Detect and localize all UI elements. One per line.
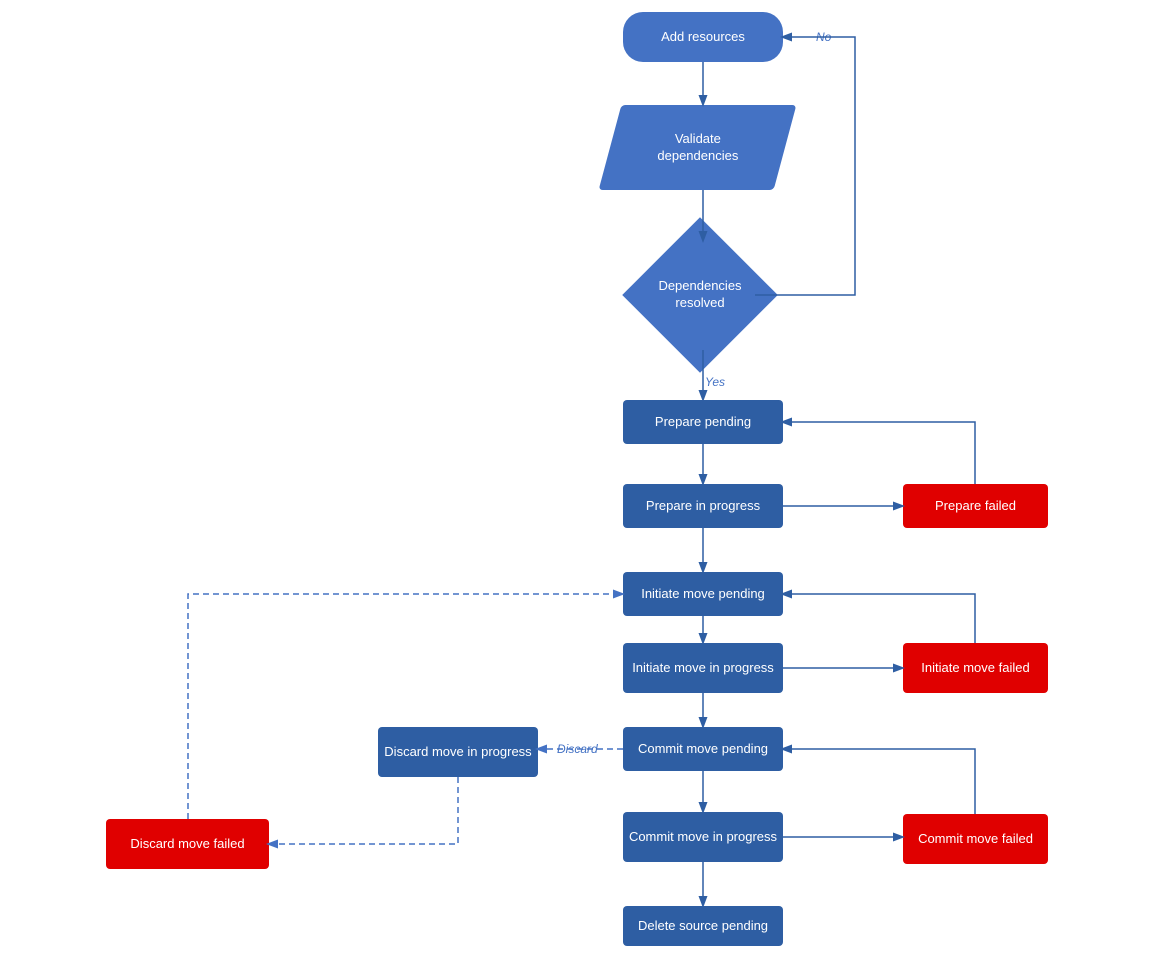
initiate-move-in-progress-node: Initiate move in progress: [623, 643, 783, 693]
discard-move-failed-node: Discard move failed: [106, 819, 269, 869]
commit-move-failed-node: Commit move failed: [903, 814, 1048, 864]
commit-move-pending-node: Commit move pending: [623, 727, 783, 771]
prepare-in-progress-node: Prepare in progress: [623, 484, 783, 528]
connectors-svg: [0, 0, 1149, 956]
discard-label: Discard: [557, 742, 598, 756]
add-resources-node: Add resources: [623, 12, 783, 62]
commit-move-in-progress-node: Commit move in progress: [623, 812, 783, 862]
discard-move-in-progress-node: Discard move in progress: [378, 727, 538, 777]
initiate-move-failed-node: Initiate move failed: [903, 643, 1048, 693]
yes-label: Yes: [705, 375, 725, 389]
no-label: No: [816, 30, 831, 44]
prepare-failed-node: Prepare failed: [903, 484, 1048, 528]
validate-deps-label: Validate dependencies: [654, 131, 742, 165]
initiate-move-pending-node: Initiate move pending: [623, 572, 783, 616]
deps-resolved-node: Dependencies resolved: [645, 240, 755, 350]
validate-deps-node: Validate dependencies: [599, 105, 797, 190]
prepare-pending-node: Prepare pending: [623, 400, 783, 444]
delete-source-pending-node: Delete source pending: [623, 906, 783, 946]
flowchart-diagram: Add resources Validate dependencies Depe…: [0, 0, 1149, 956]
